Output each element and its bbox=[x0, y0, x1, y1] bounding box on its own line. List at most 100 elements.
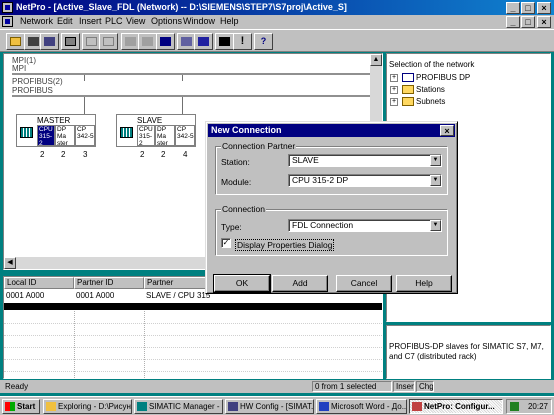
menu-window[interactable]: Window bbox=[183, 16, 215, 26]
minimize-button[interactable]: _ bbox=[506, 2, 520, 14]
task-netpro[interactable]: NetPro: Configur... bbox=[409, 399, 503, 414]
grid-line bbox=[4, 335, 382, 336]
copy-icon bbox=[86, 37, 97, 46]
help-dialog-button[interactable]: Help bbox=[396, 275, 452, 292]
windows-logo-icon bbox=[5, 402, 15, 411]
chevron-down-icon[interactable]: ▼ bbox=[430, 175, 441, 186]
status-bar: Ready 0 from 1 selected Insert Chg bbox=[0, 380, 554, 393]
column-header-local-id[interactable]: Local ID bbox=[4, 277, 74, 289]
chevron-down-icon[interactable]: ▼ bbox=[430, 155, 441, 166]
menu-options[interactable]: Options bbox=[151, 16, 182, 26]
task-exploring[interactable]: Exploring - D:\Рисун... bbox=[43, 399, 132, 414]
station-slave[interactable]: SLAVE CPU 315-2 DP Ma ster CP 342-5 bbox=[116, 114, 196, 147]
station-master[interactable]: MASTER CPU 315-2 DP Ma ster CP 342-5 bbox=[16, 114, 96, 147]
cell-partner-id[interactable]: 0001 A000 bbox=[76, 291, 114, 300]
download-icon bbox=[125, 37, 136, 46]
menu-help[interactable]: Help bbox=[220, 16, 239, 26]
document-icon[interactable] bbox=[2, 16, 13, 27]
expand-icon[interactable]: + bbox=[390, 98, 398, 106]
menu-network[interactable]: Network bbox=[20, 16, 53, 26]
mpi-bus-line[interactable] bbox=[12, 73, 382, 75]
maximize-button[interactable]: □ bbox=[521, 2, 535, 14]
netpro-app-icon[interactable] bbox=[2, 2, 13, 13]
help-icon: ? bbox=[260, 36, 267, 46]
task-label: Microsoft Word - До... bbox=[331, 402, 407, 411]
status-selection: 0 from 1 selected bbox=[312, 381, 392, 392]
scroll-up-arrow-icon[interactable]: ▲ bbox=[370, 54, 382, 66]
tree-item-subnets[interactable]: + Subnets bbox=[390, 97, 540, 107]
ok-button[interactable]: OK bbox=[213, 274, 271, 293]
tree-item-stations[interactable]: + Stations bbox=[390, 85, 540, 95]
display-properties-label[interactable]: Display Properties Dialog bbox=[235, 239, 335, 251]
table-selection-bar[interactable] bbox=[4, 303, 382, 310]
task-simatic-manager[interactable]: SIMATIC Manager - ... bbox=[134, 399, 223, 414]
menu-view[interactable]: View bbox=[126, 16, 145, 26]
start-button[interactable]: Start bbox=[2, 399, 40, 414]
upload-icon bbox=[142, 37, 153, 46]
module-dp-master[interactable]: DP Ma ster bbox=[55, 125, 75, 146]
task-hw-config[interactable]: HW Config - [SIMAT... bbox=[225, 399, 314, 414]
system-tray: 20:27 bbox=[506, 399, 552, 414]
tree-item-profibus-dp[interactable]: + PROFIBUS DP bbox=[390, 73, 540, 83]
print-icon bbox=[65, 37, 76, 46]
config-icon bbox=[198, 37, 209, 46]
warning-button[interactable]: ! bbox=[233, 33, 252, 50]
menu-plc[interactable]: PLC bbox=[105, 16, 123, 26]
expand-icon[interactable]: + bbox=[390, 74, 398, 82]
doc-restore-button[interactable]: □ bbox=[521, 16, 535, 28]
slave-mpi-drop bbox=[182, 75, 183, 81]
start-label: Start bbox=[17, 402, 36, 411]
profibus-bus-line[interactable] bbox=[12, 95, 382, 97]
tree-label: Stations bbox=[416, 85, 445, 94]
doc-close-button[interactable]: × bbox=[537, 16, 551, 28]
find-button[interactable] bbox=[156, 33, 175, 50]
doc-minimize-button[interactable]: _ bbox=[506, 16, 520, 28]
toolbar: ! ? bbox=[0, 29, 554, 52]
chevron-down-icon[interactable]: ▼ bbox=[430, 220, 441, 231]
module-dp-master[interactable]: DP Ma ster bbox=[155, 125, 175, 146]
explorer-icon bbox=[46, 402, 56, 411]
title-bar[interactable]: NetPro - [Active_Slave_FDL (Network) -- … bbox=[0, 0, 554, 15]
expand-icon[interactable]: + bbox=[390, 86, 398, 94]
display-properties-checkbox[interactable]: ✓ bbox=[221, 238, 231, 248]
module-cpu[interactable]: CPU 315-2 bbox=[37, 125, 55, 146]
dialog-title-bar[interactable]: New Connection × bbox=[208, 124, 455, 137]
catalog-header: Selection of the network bbox=[389, 60, 475, 69]
dialog-close-icon[interactable]: × bbox=[440, 125, 454, 136]
column-header-partner-id[interactable]: Partner ID bbox=[74, 277, 144, 289]
help-button[interactable]: ? bbox=[254, 33, 273, 50]
add-button[interactable]: Add bbox=[272, 275, 328, 292]
task-label: SIMATIC Manager - ... bbox=[149, 402, 223, 411]
cell-partner[interactable]: SLAVE / CPU 315 bbox=[146, 291, 210, 300]
station-value: SLAVE bbox=[292, 155, 319, 165]
menu-edit[interactable]: Edit bbox=[57, 16, 73, 26]
station-label: Station: bbox=[221, 157, 250, 167]
slot-number: 3 bbox=[83, 150, 88, 159]
open-button[interactable] bbox=[6, 33, 25, 50]
net-button[interactable] bbox=[215, 33, 234, 50]
menu-bar: Network Edit Insert PLC View Options Win… bbox=[0, 15, 554, 29]
station-select[interactable]: SLAVE ▼ bbox=[288, 154, 442, 167]
cancel-button[interactable]: Cancel bbox=[336, 275, 392, 292]
station-name: SLAVE bbox=[137, 116, 163, 125]
module-cpu[interactable]: CPU 315-2 bbox=[137, 125, 155, 146]
connection-type-select[interactable]: FDL Connection ▼ bbox=[288, 219, 442, 232]
module-select[interactable]: CPU 315-2 DP ▼ bbox=[288, 174, 442, 187]
clock[interactable]: 20:27 bbox=[528, 402, 548, 411]
menu-insert[interactable]: Insert bbox=[79, 16, 102, 26]
open-icon bbox=[10, 37, 21, 46]
find-icon bbox=[160, 37, 171, 46]
scroll-left-arrow-icon[interactable]: ◀ bbox=[4, 257, 16, 269]
save-compile-button[interactable] bbox=[40, 33, 59, 50]
cell-local-id[interactable]: 0001 A000 bbox=[6, 291, 44, 300]
slot-number: 2 bbox=[61, 150, 66, 159]
module-cp[interactable]: CP 342-5 bbox=[75, 125, 95, 146]
task-microsoft-word[interactable]: Microsoft Word - До... bbox=[316, 399, 407, 414]
print-button[interactable] bbox=[61, 33, 80, 50]
tray-icon[interactable] bbox=[510, 402, 519, 411]
close-button[interactable]: × bbox=[537, 2, 551, 14]
paste-button[interactable] bbox=[99, 33, 118, 50]
module-cp[interactable]: CP 342-5 bbox=[175, 125, 195, 146]
config-button[interactable] bbox=[194, 33, 213, 50]
upload-button[interactable] bbox=[138, 33, 157, 50]
